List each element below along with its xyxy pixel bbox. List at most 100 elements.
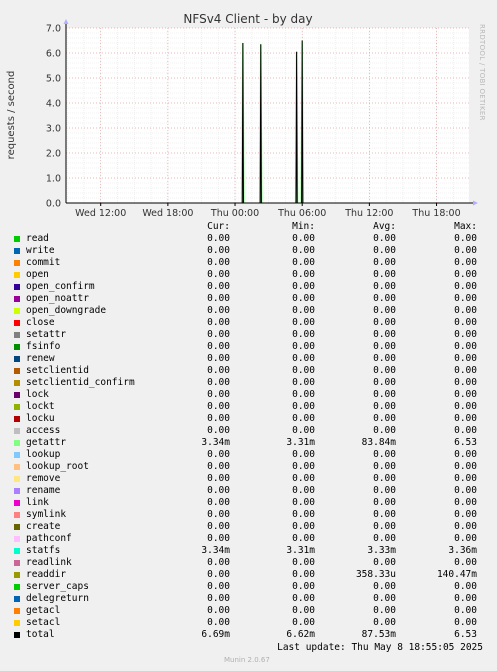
header-cur: Cur: — [207, 221, 230, 232]
legend-name: symlink — [26, 509, 67, 520]
y-tick-label: 7.0 — [46, 24, 61, 35]
legend-max: 6.53 — [454, 437, 477, 448]
legend-cur: 0.00 — [207, 509, 230, 520]
legend-row-close: close 0.00 0.00 0.00 0.00 — [0, 317, 497, 329]
legend-min: 0.00 — [292, 353, 315, 364]
y-tick-label: 5.0 — [46, 74, 61, 85]
legend-swatch — [14, 284, 20, 290]
legend-min: 0.00 — [292, 233, 315, 244]
legend-cur: 0.00 — [207, 557, 230, 568]
legend-row-setclientid: setclientid 0.00 0.00 0.00 0.00 — [0, 365, 497, 377]
legend-row-remove: remove 0.00 0.00 0.00 0.00 — [0, 473, 497, 485]
legend-cur: 0.00 — [207, 497, 230, 508]
legend-cur: 0.00 — [207, 401, 230, 412]
legend-min: 3.31m — [286, 545, 315, 556]
legend-cur: 3.34m — [201, 437, 230, 448]
legend-row-statfs: statfs 3.34m 3.31m 3.33m 3.36m — [0, 545, 497, 557]
legend-swatch — [14, 236, 20, 242]
legend-max: 0.00 — [454, 329, 477, 340]
legend-swatch — [14, 272, 20, 278]
legend-max: 0.00 — [454, 389, 477, 400]
legend-min: 0.00 — [292, 305, 315, 316]
legend-cur: 0.00 — [207, 581, 230, 592]
legend-name: open_confirm — [26, 281, 95, 292]
legend-name: readdir — [26, 569, 67, 580]
legend-avg: 0.00 — [373, 401, 396, 412]
legend-min: 0.00 — [292, 593, 315, 604]
legend-swatch — [14, 500, 20, 506]
legend-avg: 0.00 — [373, 413, 396, 424]
legend-cur: 0.00 — [207, 317, 230, 328]
legend-avg: 0.00 — [373, 521, 396, 532]
legend-avg: 0.00 — [373, 329, 396, 340]
legend-cur: 0.00 — [207, 341, 230, 352]
legend-cur: 0.00 — [207, 569, 230, 580]
legend-max: 0.00 — [454, 581, 477, 592]
legend-swatch — [14, 464, 20, 470]
legend-name: write — [26, 245, 55, 256]
legend-max: 0.00 — [454, 593, 477, 604]
legend-max: 0.00 — [454, 473, 477, 484]
legend-max: 3.36m — [448, 545, 477, 556]
legend-row-create: create 0.00 0.00 0.00 0.00 — [0, 521, 497, 533]
legend-avg: 0.00 — [373, 305, 396, 316]
legend-avg: 0.00 — [373, 509, 396, 520]
legend-cur: 0.00 — [207, 353, 230, 364]
legend-max: 0.00 — [454, 365, 477, 376]
legend-avg: 0.00 — [373, 353, 396, 364]
legend-avg: 0.00 — [373, 425, 396, 436]
legend-name: readlink — [26, 557, 72, 568]
legend-swatch — [14, 476, 20, 482]
legend-swatch — [14, 548, 20, 554]
legend-swatch — [14, 440, 20, 446]
legend-row-getacl: getacl 0.00 0.00 0.00 0.00 — [0, 605, 497, 617]
legend-avg: 0.00 — [373, 293, 396, 304]
legend-row-symlink: symlink 0.00 0.00 0.00 0.00 — [0, 509, 497, 521]
legend-avg: 0.00 — [373, 317, 396, 328]
legend-name: lockt — [26, 401, 55, 412]
legend-name: setclientid — [26, 365, 89, 376]
legend-swatch — [14, 320, 20, 326]
y-axis-arrow — [63, 19, 69, 24]
legend-row-commit: commit 0.00 0.00 0.00 0.00 — [0, 257, 497, 269]
legend-swatch — [14, 428, 20, 434]
legend-min: 0.00 — [292, 389, 315, 400]
legend-avg: 0.00 — [373, 449, 396, 460]
legend-cur: 0.00 — [207, 605, 230, 616]
legend-min: 0.00 — [292, 341, 315, 352]
legend-name: delegreturn — [26, 593, 89, 604]
legend-swatch — [14, 572, 20, 578]
legend-cur: 0.00 — [207, 425, 230, 436]
legend-swatch — [14, 344, 20, 350]
legend-row-fsinfo: fsinfo 0.00 0.00 0.00 0.00 — [0, 341, 497, 353]
legend-min: 0.00 — [292, 557, 315, 568]
legend-name: close — [26, 317, 55, 328]
legend-cur: 3.34m — [201, 545, 230, 556]
legend-min: 0.00 — [292, 377, 315, 388]
legend-min: 0.00 — [292, 497, 315, 508]
legend-min: 0.00 — [292, 533, 315, 544]
legend-row-setattr: setattr 0.00 0.00 0.00 0.00 — [0, 329, 497, 341]
legend-row-locku: locku 0.00 0.00 0.00 0.00 — [0, 413, 497, 425]
legend-row-lookup: lookup 0.00 0.00 0.00 0.00 — [0, 449, 497, 461]
legend-row-lookup-root: lookup_root 0.00 0.00 0.00 0.00 — [0, 461, 497, 473]
y-tick-label: 6.0 — [46, 49, 61, 60]
x-axis-arrow — [473, 200, 478, 206]
legend-row-setclientid-confirm: setclientid_confirm 0.00 0.00 0.00 0.00 — [0, 377, 497, 389]
legend-min: 3.31m — [286, 437, 315, 448]
legend-row-link: link 0.00 0.00 0.00 0.00 — [0, 497, 497, 509]
legend-name: server_caps — [26, 581, 89, 592]
legend-avg: 0.00 — [373, 257, 396, 268]
version-label: Munin 2.0.67 — [224, 656, 270, 664]
legend-min: 0.00 — [292, 365, 315, 376]
legend-cur: 0.00 — [207, 473, 230, 484]
y-tick-label: 3.0 — [46, 124, 61, 135]
legend-name: lookup — [26, 449, 61, 460]
legend-name: lookup_root — [26, 461, 89, 472]
legend-cur: 0.00 — [207, 377, 230, 388]
legend-cur: 0.00 — [207, 533, 230, 544]
legend-row-readlink: readlink 0.00 0.00 0.00 0.00 — [0, 557, 497, 569]
legend-row-open-confirm: open_confirm 0.00 0.00 0.00 0.00 — [0, 281, 497, 293]
legend-min: 0.00 — [292, 329, 315, 340]
rrdtool-credit: RRDTOOL / TOBI OETIKER — [478, 24, 486, 121]
